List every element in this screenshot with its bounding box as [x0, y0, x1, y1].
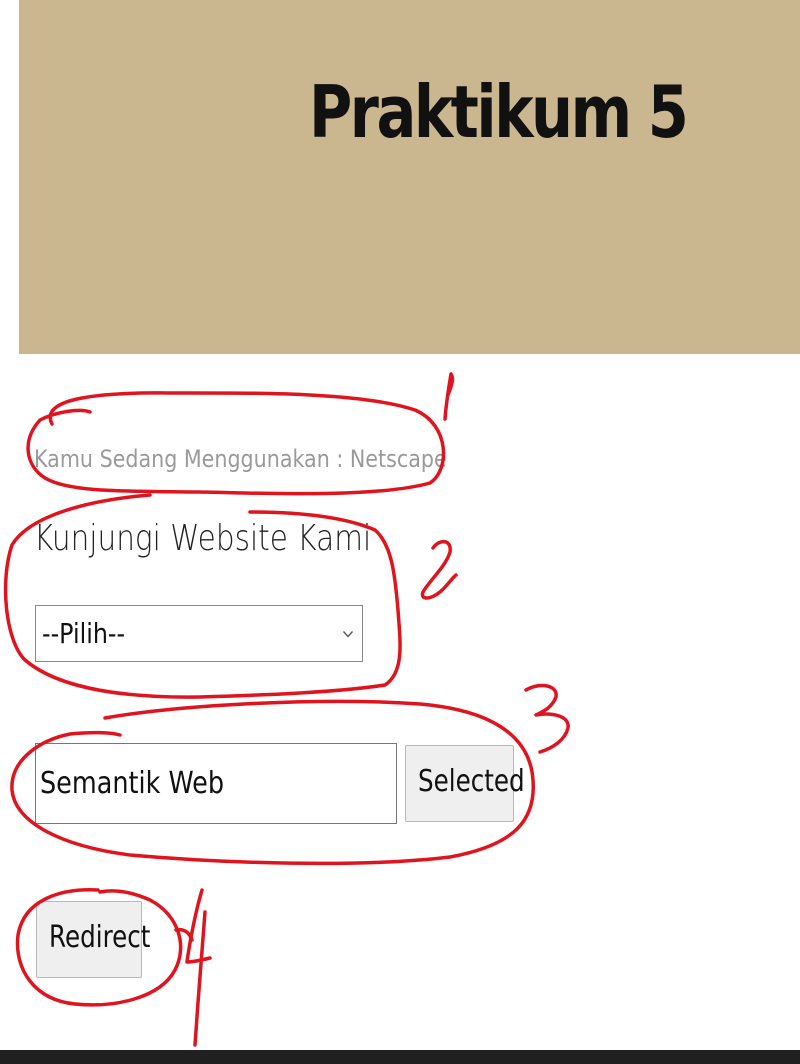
- browser-info-text: Kamu Sedang Menggunakan : Netscape: [34, 445, 447, 473]
- website-section-heading: Kunjungi Website Kami: [34, 518, 372, 559]
- left-gutter: [0, 0, 19, 1050]
- selected-button[interactable]: Selected: [405, 745, 525, 822]
- page-header: Praktikum 5: [19, 0, 800, 354]
- annotation-number-3: [524, 683, 570, 754]
- redirect-button-label: Redirect: [49, 920, 151, 955]
- selected-value-input[interactable]: Semantik Web: [35, 743, 397, 824]
- bottom-bar: [0, 1050, 800, 1064]
- page: Praktikum 5 Kamu Sedang Menggunakan : Ne…: [0, 0, 800, 1064]
- annotation-circle-1: [26, 391, 446, 496]
- selected-button-label: Selected: [418, 764, 525, 799]
- page-title: Praktikum 5: [309, 70, 689, 154]
- redirect-button[interactable]: Redirect: [36, 901, 150, 978]
- selected-value-text: Semantik Web: [40, 766, 225, 801]
- website-select[interactable]: --Pilih--: [35, 605, 363, 662]
- annotation-number-2: [420, 539, 458, 600]
- annotation-number-4: [185, 888, 212, 1047]
- annotation-number-1: [443, 372, 455, 421]
- chevron-down-icon: [342, 631, 354, 638]
- website-select-value: --Pilih--: [42, 617, 126, 650]
